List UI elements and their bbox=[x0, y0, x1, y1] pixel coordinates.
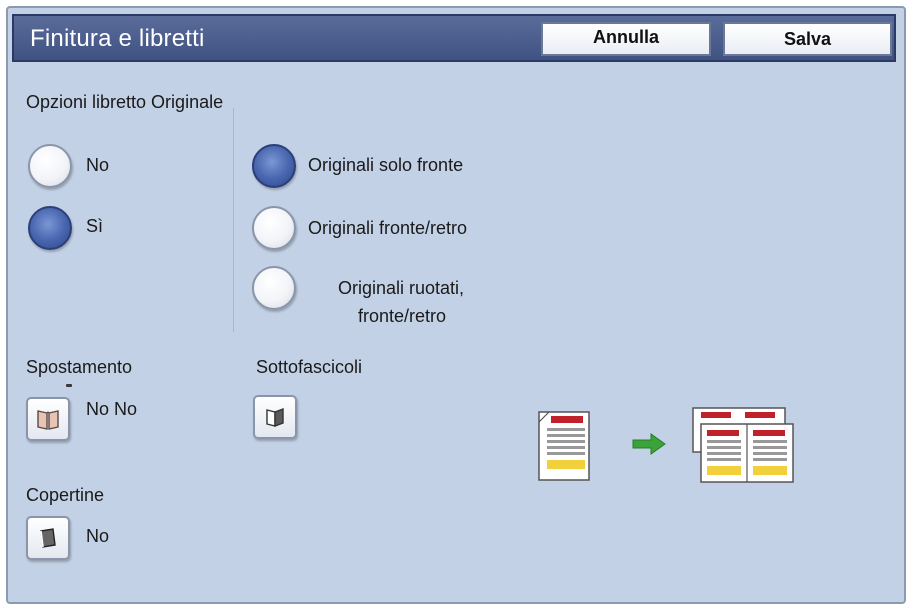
dialog-title: Finitura e libretti bbox=[30, 25, 205, 52]
originals-single-sided-radio[interactable] bbox=[252, 144, 296, 188]
shift-indicator bbox=[66, 384, 72, 387]
covers-label: Copertine bbox=[26, 485, 105, 505]
title-bar: Finitura e libretti Annulla Salva bbox=[12, 14, 896, 62]
booklet-yes-label: Sì bbox=[86, 216, 104, 236]
green-arrow-icon bbox=[632, 433, 666, 455]
booklet-illustration bbox=[538, 407, 794, 483]
cover-book-icon bbox=[40, 528, 56, 548]
originals-rotated-radio[interactable] bbox=[252, 266, 296, 310]
single-page-original-icon bbox=[538, 411, 590, 481]
originals-single-sided-label: Originali solo fronte bbox=[308, 155, 464, 175]
shift-value: No No bbox=[86, 399, 138, 419]
booklet-no-radio[interactable] bbox=[28, 144, 72, 188]
shift-button[interactable] bbox=[26, 397, 70, 441]
subsets-label: Sottofascicoli bbox=[256, 357, 363, 377]
booklet-options-heading: Opzioni libretto Originale bbox=[26, 92, 224, 112]
booklet-no-label: No bbox=[86, 155, 110, 175]
shift-label: Spostamento bbox=[26, 357, 133, 377]
originals-double-sided-radio[interactable] bbox=[252, 206, 296, 250]
covers-value: No bbox=[86, 526, 110, 546]
originals-double-sided-label: Originali fronte/retro bbox=[308, 218, 468, 238]
covers-button[interactable] bbox=[26, 516, 70, 560]
originals-rotated-label-line2: fronte/retro bbox=[358, 306, 447, 326]
open-book-icon bbox=[37, 410, 59, 430]
originals-rotated-label-line1: Originali ruotati, bbox=[338, 278, 465, 298]
booklet-yes-radio[interactable] bbox=[28, 206, 72, 250]
save-button[interactable]: Salva bbox=[723, 22, 892, 56]
booklet-page-icon bbox=[266, 407, 284, 428]
booklet-spread-icon bbox=[692, 407, 794, 483]
cancel-button[interactable]: Annulla bbox=[541, 22, 711, 56]
options-divider bbox=[233, 108, 234, 332]
subsets-button[interactable] bbox=[253, 395, 297, 439]
